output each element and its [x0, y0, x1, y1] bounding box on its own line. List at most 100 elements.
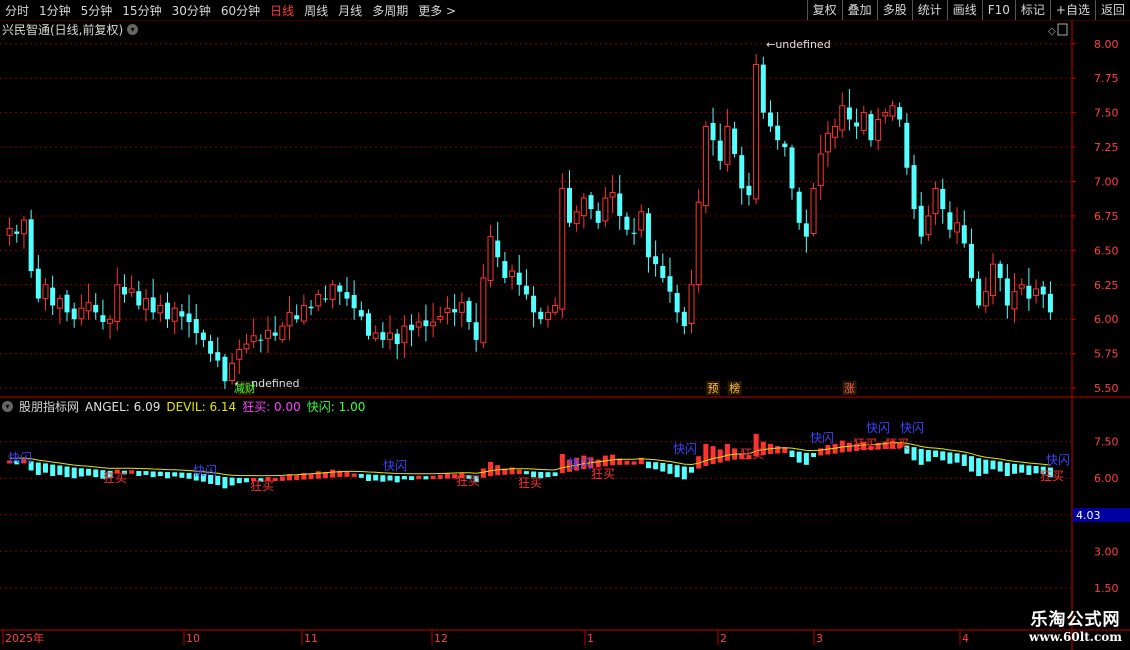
angel-bar — [710, 446, 716, 464]
x-axis-label: 1 — [587, 632, 594, 645]
kuaishan-signal: 快闪 — [673, 442, 697, 456]
ind-y-tick-label: 3.00 — [1094, 545, 1119, 558]
kuaishan-signal: 快闪 — [568, 457, 592, 471]
candle-body-down — [423, 320, 429, 327]
angel-bar — [1033, 465, 1039, 474]
candle-body-down — [746, 185, 752, 196]
candle-body-up — [695, 201, 702, 286]
kuangmai-signal: 狂买 — [591, 467, 615, 481]
candle-body-down — [961, 225, 967, 244]
candle-body-down — [660, 265, 666, 278]
candle-body-down — [344, 292, 350, 299]
x-axis-label: 12 — [434, 632, 448, 645]
candle-body-up — [875, 119, 882, 141]
candle-body-down — [365, 313, 371, 336]
candle-body-down — [854, 122, 860, 127]
candle-body-down — [186, 313, 192, 322]
candle-body-up — [580, 197, 587, 217]
x-axis-label: 2 — [720, 632, 727, 645]
angel-bar — [86, 468, 92, 476]
candle-body-down — [531, 295, 537, 313]
angel-bar — [129, 470, 135, 474]
candle-body-down — [150, 297, 156, 313]
candle-body-up — [839, 105, 846, 131]
angel-bar — [344, 471, 350, 477]
candle-body-up — [243, 343, 250, 350]
angel-bar — [968, 456, 974, 472]
candle-body-down — [653, 256, 659, 265]
kline-chart[interactable]: 8.00 7.75 7.50 7.25 7.00 6.75 6.50 6.25 6.00 5.75… — [0, 0, 1130, 650]
candle-body-down — [100, 315, 106, 322]
angel-bar — [681, 466, 687, 480]
angel-bar — [947, 452, 953, 464]
candle-body-down — [516, 272, 522, 285]
candle-body-down — [803, 223, 809, 237]
candle-body-up — [702, 125, 709, 207]
main-y-tick-label: 7.50 — [1094, 107, 1119, 120]
candle-body-up — [401, 325, 408, 344]
angel-bar — [803, 452, 809, 465]
angel-bar — [236, 477, 242, 484]
candle-body-up — [573, 211, 580, 225]
angel-bar — [990, 460, 996, 470]
candle-body-up — [832, 125, 839, 138]
candle-body-down — [732, 128, 738, 154]
candle-body-down — [28, 219, 34, 272]
kuangmai-signal: 狂买 — [740, 447, 764, 461]
candle-body-up — [315, 293, 322, 307]
candle-body-down — [380, 332, 386, 340]
angel-bar — [64, 466, 70, 478]
candle-body-down — [588, 195, 594, 210]
candle-body-up — [753, 63, 760, 200]
angel-bar — [717, 449, 723, 463]
angel-bar — [71, 467, 77, 479]
angel-bar — [1004, 462, 1010, 477]
candle-body-down — [674, 293, 680, 313]
angel-bar — [552, 472, 558, 477]
angel-bar — [653, 462, 659, 470]
angel-bar — [559, 453, 565, 474]
angel-bar — [93, 469, 99, 478]
x-axis-label: 3 — [816, 632, 823, 645]
angel-bar — [50, 464, 56, 477]
candle-body-up — [989, 263, 996, 297]
candle-body-up — [509, 270, 516, 278]
kuangmai-signal: 狂买 — [853, 437, 877, 451]
candle-body-up — [6, 227, 13, 236]
angel-bar — [143, 471, 149, 475]
main-y-tick-label: 5.75 — [1094, 348, 1119, 361]
candle-body-up — [78, 307, 85, 320]
candle-body-up — [329, 284, 336, 300]
candle-body-down — [258, 339, 264, 341]
candle-body-down — [35, 268, 41, 299]
candle-body-down — [452, 309, 458, 313]
angel-bar — [358, 473, 364, 478]
kuangmai-signal: 狂买 — [1040, 469, 1064, 483]
candle-body-up — [1033, 288, 1040, 297]
candle-body-down — [1026, 285, 1032, 299]
angel-bar — [150, 471, 156, 478]
angel-bar — [416, 475, 422, 480]
panel-toggle-icon — [1057, 23, 1068, 36]
kuangmai-signal: 狂买 — [250, 479, 274, 493]
candle-body-down — [1004, 278, 1010, 306]
candle-body-down — [64, 294, 70, 313]
candle-body-down — [631, 232, 637, 234]
candle-body-down — [50, 287, 56, 306]
candle-body-up — [810, 187, 817, 235]
angel-bar — [488, 461, 494, 477]
watermark-title: 乐淘公式网 — [1030, 610, 1121, 630]
kuaishan-signal: 快闪 — [383, 459, 407, 473]
candle-body-up — [982, 291, 989, 307]
x-axis-label: 11 — [304, 632, 318, 645]
angel-bar — [57, 465, 63, 475]
angel-bar — [674, 465, 680, 478]
candle-body-down — [222, 356, 228, 382]
candle-body-down — [179, 311, 185, 317]
angel-bar — [229, 477, 235, 486]
angel-bar — [179, 472, 185, 478]
candle-body-down — [624, 216, 630, 230]
kuangmai-signal: 狂买 — [518, 476, 542, 490]
angel-bar — [789, 450, 795, 457]
candle-body-down — [645, 213, 651, 258]
